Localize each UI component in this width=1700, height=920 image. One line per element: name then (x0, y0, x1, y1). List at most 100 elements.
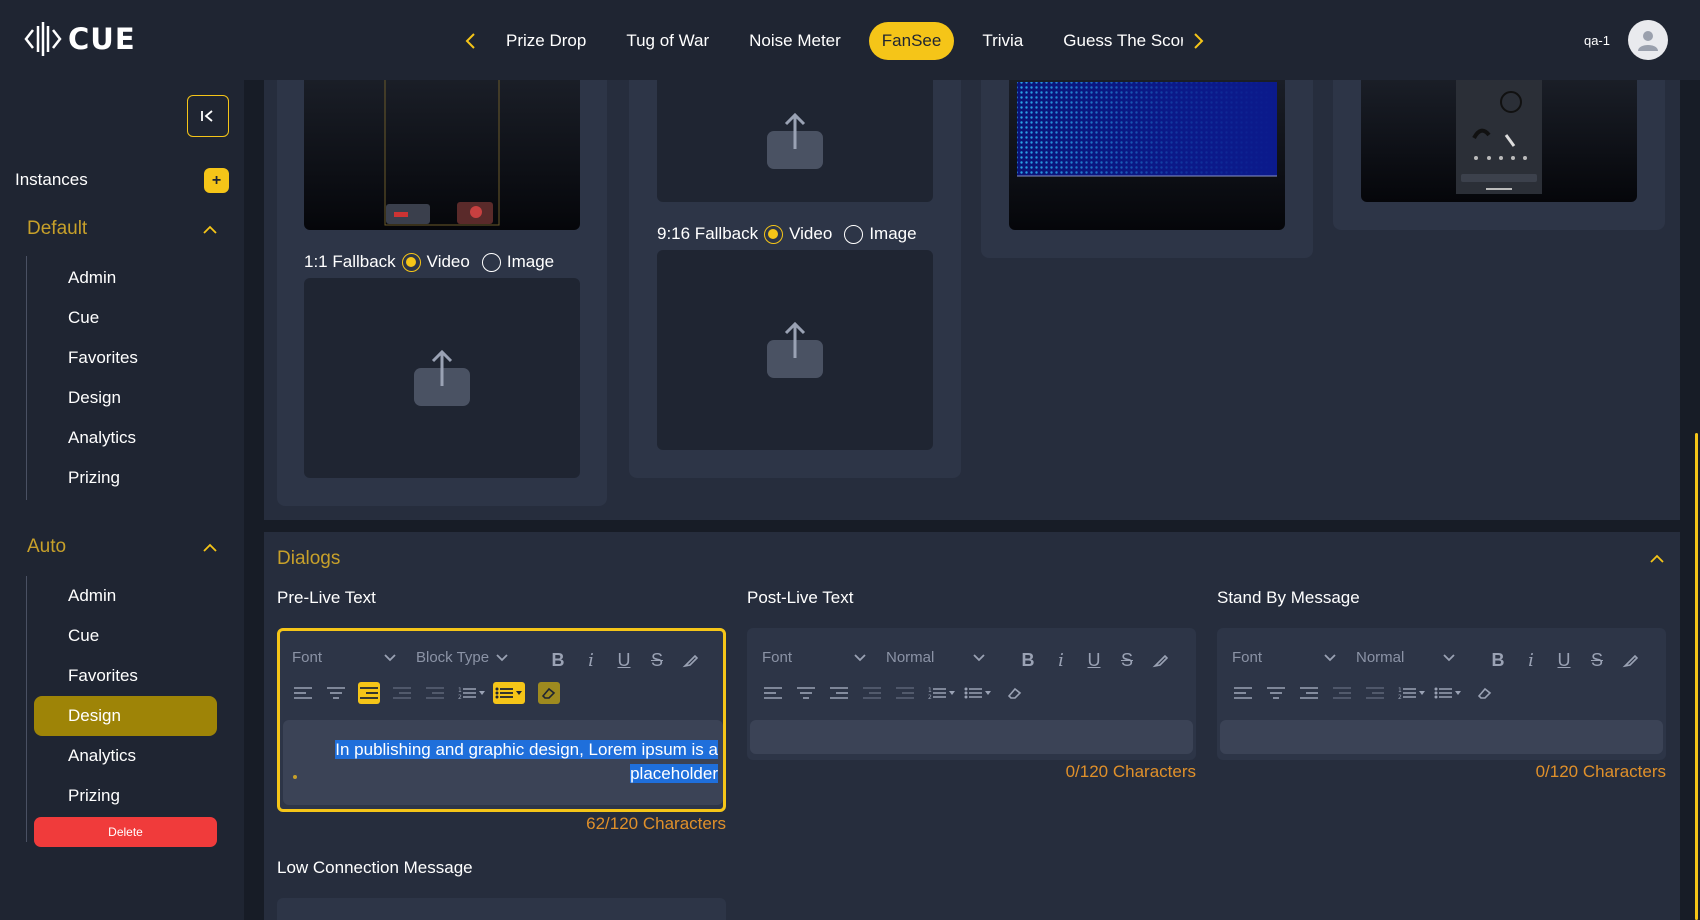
tab-trivia[interactable]: Trivia (962, 22, 1043, 60)
bullet-list-icon[interactable] (493, 682, 525, 704)
group-default-title[interactable]: Default (27, 218, 87, 240)
post-live-editor[interactable]: Font Normal B i U S 12 (747, 628, 1196, 760)
bold-icon[interactable]: B (1017, 649, 1039, 671)
sidebar-item-default-cue[interactable]: Cue (68, 298, 99, 338)
tab-noise-meter[interactable]: Noise Meter (729, 22, 861, 60)
stand-by-editor[interactable]: Font Normal B i U S 12 (1217, 628, 1666, 760)
bullet-list-icon[interactable] (963, 682, 993, 704)
sidebar-item-default-prizing[interactable]: Prizing (68, 458, 120, 498)
sidebar-item-auto-analytics[interactable]: Analytics (68, 736, 136, 776)
strikethrough-icon[interactable]: S (646, 649, 668, 671)
block-type-select[interactable]: Normal (886, 649, 986, 666)
upload-dropzone-9-16-main[interactable] (657, 80, 933, 202)
fallback-9-16-row: 9:16 Fallback Video Image (657, 224, 917, 244)
outdent-icon[interactable] (391, 682, 413, 704)
strikethrough-icon[interactable]: S (1586, 649, 1608, 671)
sidebar-item-default-design[interactable]: Design (68, 378, 121, 418)
align-right-icon[interactable] (1298, 682, 1320, 704)
align-right-icon[interactable] (358, 682, 380, 704)
add-instance-button[interactable]: + (204, 168, 229, 193)
block-type-select[interactable]: Normal (1356, 649, 1456, 666)
pre-live-editor[interactable]: Font Block Type B i U S 12 In publishing… (277, 628, 726, 812)
sidebar-item-auto-cue[interactable]: Cue (68, 616, 99, 656)
eraser-icon[interactable] (538, 682, 560, 704)
align-right-icon[interactable] (828, 682, 850, 704)
radio-video-1-1-label[interactable]: Video (427, 252, 470, 272)
sidebar-item-auto-admin[interactable]: Admin (68, 576, 116, 616)
sidebar-item-auto-prizing[interactable]: Prizing (68, 776, 120, 816)
sidebar-item-default-analytics[interactable]: Analytics (68, 418, 136, 458)
delete-button[interactable]: Delete (34, 817, 217, 847)
scrollbar-thumb[interactable] (1695, 433, 1698, 920)
sidebar-item-default-favorites[interactable]: Favorites (68, 338, 138, 378)
italic-icon[interactable]: i (580, 649, 602, 671)
eraser-icon[interactable] (1474, 682, 1496, 704)
chevron-up-icon[interactable] (1648, 550, 1666, 568)
font-select[interactable]: Font (292, 649, 397, 666)
italic-icon[interactable]: i (1050, 649, 1072, 671)
radio-image-9-16-label[interactable]: Image (869, 224, 916, 244)
ordered-list-icon[interactable]: 12 (457, 682, 487, 704)
sidebar-item-default-admin[interactable]: Admin (68, 258, 116, 298)
tabs-next-arrow[interactable] (1183, 22, 1213, 60)
video-preview-1-1[interactable] (304, 80, 580, 230)
highlight-icon[interactable] (1150, 649, 1172, 671)
upload-dropzone-1-1[interactable] (304, 278, 580, 478)
radio-image-1-1[interactable] (481, 252, 501, 272)
indent-icon[interactable] (894, 682, 916, 704)
outdent-icon[interactable] (1331, 682, 1353, 704)
underline-icon[interactable]: U (1083, 649, 1105, 671)
pre-live-text-area[interactable]: In publishing and graphic design, Lorem … (283, 720, 723, 805)
bold-icon[interactable]: B (547, 649, 569, 671)
italic-icon[interactable]: i (1520, 649, 1542, 671)
bullet-list-icon[interactable] (1433, 682, 1463, 704)
tab-tug-of-war[interactable]: Tug of War (606, 22, 729, 60)
highlight-icon[interactable] (680, 649, 702, 671)
outdent-icon[interactable] (861, 682, 883, 704)
align-left-icon[interactable] (1232, 682, 1254, 704)
font-select[interactable]: Font (1232, 649, 1337, 666)
stand-by-text-area[interactable] (1220, 720, 1663, 754)
underline-icon[interactable]: U (1553, 649, 1575, 671)
strikethrough-icon[interactable]: S (1116, 649, 1138, 671)
align-center-icon[interactable] (795, 682, 817, 704)
collapse-sidebar-button[interactable] (187, 95, 229, 137)
align-center-icon[interactable] (1265, 682, 1287, 704)
cue-logo[interactable]: CUE (24, 20, 136, 58)
eraser-icon[interactable] (1004, 682, 1026, 704)
image-preview-3[interactable] (1009, 80, 1285, 230)
sidebar-item-auto-favorites[interactable]: Favorites (68, 656, 138, 696)
user-menu[interactable]: qa-1 (1584, 20, 1668, 60)
avatar[interactable] (1628, 20, 1668, 60)
indent-icon[interactable] (1364, 682, 1386, 704)
ordered-list-icon[interactable]: 12 (927, 682, 957, 704)
radio-video-1-1[interactable] (401, 252, 421, 272)
radio-image-1-1-label[interactable]: Image (507, 252, 554, 272)
underline-icon[interactable]: U (613, 649, 635, 671)
radio-image-9-16[interactable] (844, 224, 864, 244)
low-connection-editor[interactable] (277, 898, 726, 920)
post-live-text-area[interactable] (750, 720, 1193, 754)
group-auto-title[interactable]: Auto (27, 536, 66, 558)
block-type-select[interactable]: Block Type (416, 649, 516, 666)
chevron-up-icon[interactable] (200, 220, 220, 240)
align-left-icon[interactable] (292, 682, 314, 704)
radio-video-9-16[interactable] (764, 224, 784, 244)
pre-live-text-value[interactable]: In publishing and graphic design, Lorem … (303, 738, 718, 786)
font-select[interactable]: Font (762, 649, 867, 666)
tab-fansee[interactable]: FanSee (868, 22, 955, 60)
highlight-icon[interactable] (1620, 649, 1642, 671)
bold-icon[interactable]: B (1487, 649, 1509, 671)
tabs-prev-arrow[interactable] (456, 22, 486, 60)
align-left-icon[interactable] (762, 682, 784, 704)
ordered-list-icon[interactable]: 12 (1397, 682, 1427, 704)
align-center-icon[interactable] (325, 682, 347, 704)
indent-icon[interactable] (424, 682, 446, 704)
upload-dropzone-9-16[interactable] (657, 250, 933, 450)
image-preview-4[interactable] (1361, 80, 1637, 202)
tab-guess-the-score[interactable]: Guess The Score (1043, 22, 1183, 60)
sidebar-item-auto-design[interactable]: Design (34, 696, 217, 736)
radio-video-9-16-label[interactable]: Video (789, 224, 832, 244)
tab-prize-drop[interactable]: Prize Drop (486, 22, 606, 60)
chevron-up-icon[interactable] (200, 538, 220, 558)
